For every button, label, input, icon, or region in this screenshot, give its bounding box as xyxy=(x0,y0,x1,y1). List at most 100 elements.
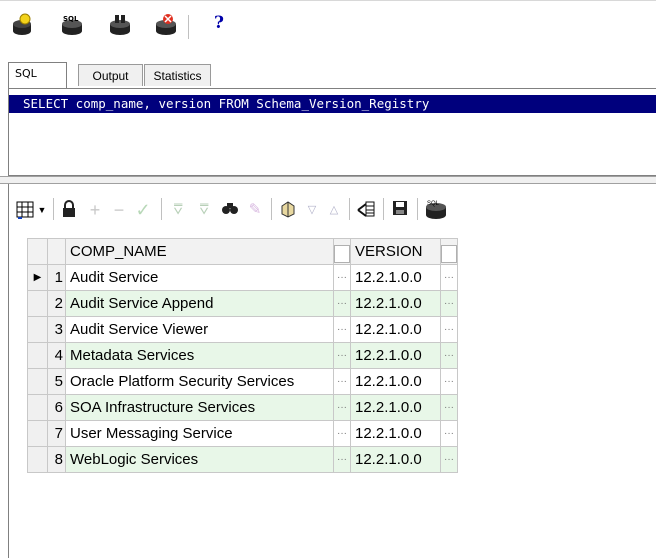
current-row-arrow-icon: ▶ xyxy=(33,272,42,283)
tab-statistics[interactable]: Statistics xyxy=(144,64,211,86)
cell-ellipsis-button[interactable]: ··· xyxy=(333,368,351,395)
find-icon[interactable] xyxy=(219,200,241,220)
column-button[interactable] xyxy=(334,244,350,263)
column-header-version[interactable]: VERSION xyxy=(350,238,441,265)
cell-version[interactable]: 12.2.1.0.0 xyxy=(350,342,441,369)
column-resize-handle[interactable] xyxy=(440,238,458,265)
svg-text:SQL: SQL xyxy=(427,201,440,207)
cell-ellipsis-button[interactable]: ··· xyxy=(440,446,458,473)
add-row-icon[interactable]: + xyxy=(85,200,105,220)
toolbar-separator xyxy=(417,198,418,220)
help-icon[interactable]: ? xyxy=(214,13,224,33)
cell-ellipsis-button[interactable]: ··· xyxy=(333,394,351,421)
row-indicator[interactable] xyxy=(27,420,48,447)
cell-comp-name[interactable]: WebLogic Services xyxy=(65,446,334,473)
header-row: COMP_NAME VERSION xyxy=(27,238,458,265)
cell-comp-name[interactable]: Audit Service Viewer xyxy=(65,316,334,343)
cell-ellipsis-button[interactable]: ··· xyxy=(333,316,351,343)
sql-icon[interactable]: SQL xyxy=(60,13,84,37)
save-icon[interactable] xyxy=(389,200,411,220)
grid-view-icon[interactable] xyxy=(15,200,37,220)
navigator-icon[interactable] xyxy=(277,200,299,220)
cell-ellipsis-button[interactable]: ··· xyxy=(333,342,351,369)
filter-icon[interactable]: ⩢ xyxy=(167,200,189,220)
toolbar-separator xyxy=(271,198,272,220)
sql-text[interactable]: SELECT comp_name, version FROM Schema_Ve… xyxy=(9,95,656,113)
cell-ellipsis-button[interactable]: ··· xyxy=(440,368,458,395)
row-indicator[interactable]: ▶ xyxy=(27,264,48,291)
cell-comp-name[interactable]: Oracle Platform Security Services xyxy=(65,368,334,395)
table-row[interactable]: 3 Audit Service Viewer ··· 12.2.1.0.0 ··· xyxy=(27,316,458,343)
cell-comp-name[interactable]: Metadata Services xyxy=(65,342,334,369)
tab-sql[interactable]: SQL xyxy=(8,62,67,88)
cell-version[interactable]: 12.2.1.0.0 xyxy=(350,290,441,317)
row-indicator[interactable] xyxy=(27,446,48,473)
row-number: 3 xyxy=(47,316,66,343)
tab-output[interactable]: Output xyxy=(78,64,143,86)
results-panel: ▼ + − ✓ ⩢ ⩢ ✎ ▽ △ SQL COMP_NAME VERSION … xyxy=(8,184,656,558)
toolbar-separator xyxy=(349,198,350,220)
cell-ellipsis-button[interactable]: ··· xyxy=(333,264,351,291)
row-indicator[interactable] xyxy=(27,316,48,343)
cell-version[interactable]: 12.2.1.0.0 xyxy=(350,264,441,291)
toolbar-separator xyxy=(161,198,162,220)
row-number: 2 xyxy=(47,290,66,317)
rownum-header xyxy=(47,238,66,265)
cell-comp-name[interactable]: Audit Service xyxy=(65,264,334,291)
column-header-label: COMP_NAME xyxy=(70,243,167,260)
cell-ellipsis-button[interactable]: ··· xyxy=(333,446,351,473)
row-indicator[interactable] xyxy=(27,290,48,317)
table-row[interactable]: 8 WebLogic Services ··· 12.2.1.0.0 ··· xyxy=(27,446,458,473)
toolbar-separator xyxy=(383,198,384,220)
cell-ellipsis-button[interactable]: ··· xyxy=(440,264,458,291)
column-button[interactable] xyxy=(441,244,457,263)
table-row[interactable]: 5 Oracle Platform Security Services ··· 12.… xyxy=(27,368,458,395)
tab-strip: SQL Output Statistics xyxy=(0,62,656,88)
sort-desc-icon[interactable]: ▽ xyxy=(303,200,321,220)
column-resize-handle[interactable] xyxy=(333,238,351,265)
cell-version[interactable]: 12.2.1.0.0 xyxy=(350,446,441,473)
connect-icon[interactable] xyxy=(10,13,34,37)
cell-version[interactable]: 12.2.1.0.0 xyxy=(350,316,441,343)
table-row[interactable]: ▶ 1 Audit Service ··· 12.2.1.0.0 ··· xyxy=(27,264,458,291)
grid-body: ▶ 1 Audit Service ··· 12.2.1.0.0 ··· 2 Audit Se… xyxy=(27,264,458,473)
splitter[interactable] xyxy=(0,176,656,184)
sort-asc-icon[interactable]: △ xyxy=(325,200,343,220)
row-indicator[interactable] xyxy=(27,394,48,421)
filter-all-icon[interactable]: ⩢ xyxy=(193,200,215,220)
results-table: COMP_NAME VERSION ▶ 1 Audit Service ··· 12.2… xyxy=(27,238,458,473)
cell-version[interactable]: 12.2.1.0.0 xyxy=(350,368,441,395)
table-row[interactable]: 6 SOA Infrastructure Services ··· 12.2.1.0.… xyxy=(27,394,458,421)
lock-icon[interactable] xyxy=(59,200,79,220)
db-icon[interactable]: SQL xyxy=(425,200,447,220)
table-row[interactable]: 7 User Messaging Service ··· 12.2.1.0.0 ··· xyxy=(27,420,458,447)
row-number: 8 xyxy=(47,446,66,473)
cell-comp-name[interactable]: SOA Infrastructure Services xyxy=(65,394,334,421)
table-row[interactable]: 4 Metadata Services ··· 12.2.1.0.0 ··· xyxy=(27,342,458,369)
cell-ellipsis-button[interactable]: ··· xyxy=(440,420,458,447)
disconnect-icon[interactable] xyxy=(154,13,178,37)
cell-version[interactable]: 12.2.1.0.0 xyxy=(350,420,441,447)
table-row[interactable]: 2 Audit Service Append ··· 12.2.1.0.0 ··· xyxy=(27,290,458,317)
indicator-header xyxy=(27,238,48,265)
cell-comp-name[interactable]: User Messaging Service xyxy=(65,420,334,447)
dropdown-arrow-icon[interactable]: ▼ xyxy=(37,200,47,220)
clear-icon[interactable]: ✎ xyxy=(245,200,265,220)
column-header-comp-name[interactable]: COMP_NAME xyxy=(65,238,334,265)
cell-ellipsis-button[interactable]: ··· xyxy=(333,420,351,447)
cell-comp-name[interactable]: Audit Service Append xyxy=(65,290,334,317)
delete-row-icon[interactable]: − xyxy=(109,200,129,220)
cell-ellipsis-button[interactable]: ··· xyxy=(440,394,458,421)
row-indicator[interactable] xyxy=(27,368,48,395)
cell-ellipsis-button[interactable]: ··· xyxy=(333,290,351,317)
cell-ellipsis-button[interactable]: ··· xyxy=(440,290,458,317)
export-icon[interactable] xyxy=(355,200,377,220)
row-indicator[interactable] xyxy=(27,342,48,369)
execute-icon[interactable] xyxy=(108,13,132,37)
cell-version[interactable]: 12.2.1.0.0 xyxy=(350,394,441,421)
cell-ellipsis-button[interactable]: ··· xyxy=(440,342,458,369)
cell-ellipsis-button[interactable]: ··· xyxy=(440,316,458,343)
sql-editor[interactable]: SELECT comp_name, version FROM Schema_Ve… xyxy=(8,88,656,176)
post-icon[interactable]: ✓ xyxy=(133,200,153,220)
row-number: 1 xyxy=(47,264,66,291)
